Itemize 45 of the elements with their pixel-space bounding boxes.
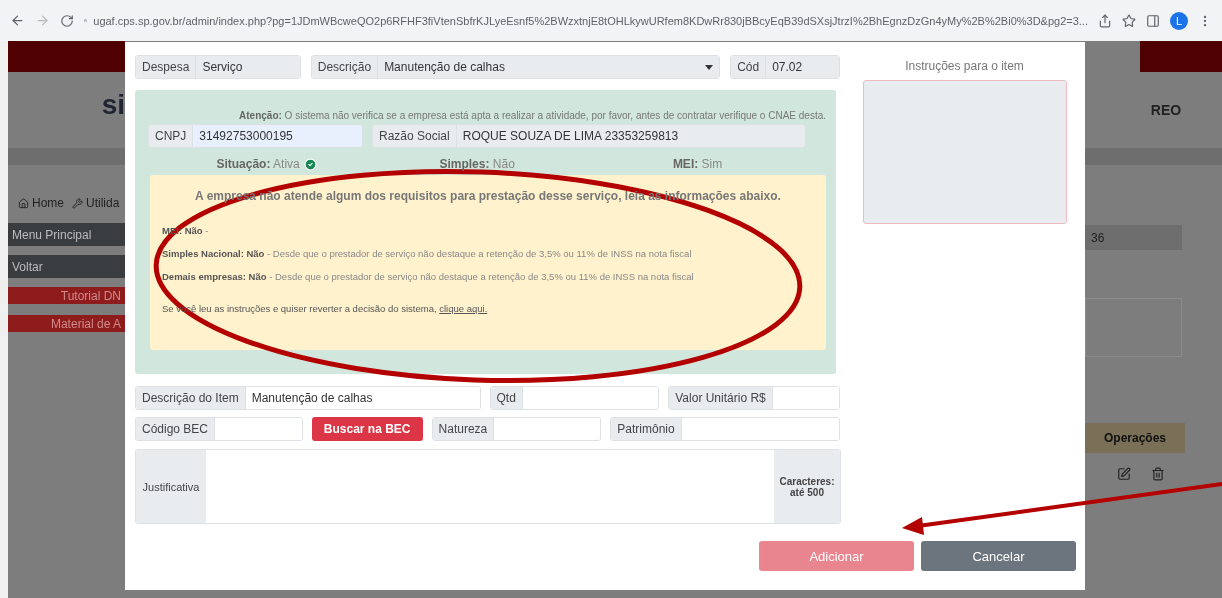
home-icon bbox=[18, 197, 29, 209]
cnpj-field[interactable]: CNPJ 31492753000195 bbox=[148, 124, 363, 148]
revert-link[interactable]: clique aqui. bbox=[439, 303, 488, 314]
menu-item[interactable]: Menu Principal bbox=[8, 223, 125, 246]
bookmark-icon[interactable] bbox=[1122, 13, 1136, 28]
field-label: Justificativa bbox=[136, 450, 206, 523]
description-select[interactable]: Descrição Manutenção de calhas bbox=[310, 55, 721, 79]
menu-item[interactable]: Voltar bbox=[8, 255, 125, 278]
cancel-button[interactable]: Cancelar bbox=[921, 541, 1076, 571]
url-text[interactable]: ugaf.cps.sp.gov.br/admin/index.php?pg=1JDmWBcweQO2p6RFHF3fiVtenSbfrKJLyeEsnf5%2BWzxtnjE8tOHLkywURfem8KDwRr830jBBcyEqB39dSXsjJtrzI%2BhEgnzDzGn4yMy%2B%2Bi0%3D&pg2=3... bbox=[93, 14, 1088, 27]
site-brand: si bbox=[100, 88, 125, 122]
back-icon[interactable] bbox=[10, 13, 25, 28]
bec-code-field[interactable]: Código BEC bbox=[135, 417, 303, 441]
status-item: Situação: Ativa bbox=[148, 148, 386, 171]
check-icon bbox=[303, 157, 317, 171]
bec-search-button[interactable]: Buscar na BEC bbox=[311, 417, 423, 441]
reload-icon[interactable] bbox=[60, 13, 74, 28]
notice-text: Atenção: O sistema não verifica se a empresa está apta a realizar a atividade, por favor, antes de contratar verifique o CNAE desta. bbox=[238, 110, 826, 121]
status-item: Simples: Não bbox=[438, 156, 516, 171]
side-panel-icon[interactable] bbox=[1146, 13, 1160, 28]
column-header: Operações bbox=[1085, 423, 1185, 453]
delete-icon[interactable] bbox=[1151, 467, 1165, 481]
justification-field[interactable]: Justificativa Caracteres: até 500 bbox=[135, 449, 841, 524]
nature-field[interactable]: Natureza bbox=[431, 417, 602, 441]
instructions-field[interactable] bbox=[862, 80, 1067, 224]
item-description-field[interactable]: Descrição do Item Manutenção de calhas bbox=[135, 386, 481, 410]
nav-link[interactable]: Home bbox=[18, 183, 64, 223]
company-name-field[interactable]: Razão Social ROQUE SOUZA DE LIMA 23353259813 bbox=[372, 124, 806, 148]
asset-field[interactable]: Patrimônio bbox=[610, 417, 840, 441]
requirement-text: Demais empresas: Não - Desde que o prestador de serviço não destaque a retenção de 3,5% ou 11% de INSS na nota fiscal bbox=[162, 271, 695, 282]
expense-field[interactable]: Despesa Serviço bbox=[135, 55, 301, 79]
code-field[interactable]: Cód 07.02 bbox=[730, 55, 840, 79]
profile-avatar[interactable]: L bbox=[1170, 11, 1188, 30]
status-item: MEI: Sim bbox=[671, 156, 724, 171]
caret-icon bbox=[705, 64, 714, 70]
requirement-text: Simples Nacional: Não - Desde que o prestador de serviço não destaque a retenção de 3,5% ou 11% de INSS na nota fiscal bbox=[162, 248, 693, 259]
instructions-label: Instruções para o item bbox=[905, 59, 1024, 73]
unit-price-field[interactable]: Valor Unitário R$ bbox=[668, 386, 840, 410]
character-limit: Caracteres: até 500 bbox=[774, 450, 840, 523]
share-icon[interactable] bbox=[1098, 13, 1112, 28]
nav-link[interactable]: Utilida bbox=[72, 183, 120, 223]
edit-icon[interactable] bbox=[1117, 467, 1131, 481]
quantity-field[interactable]: Qtd bbox=[489, 386, 660, 410]
tools-icon bbox=[72, 197, 83, 209]
site-brand: REO bbox=[1149, 101, 1183, 120]
